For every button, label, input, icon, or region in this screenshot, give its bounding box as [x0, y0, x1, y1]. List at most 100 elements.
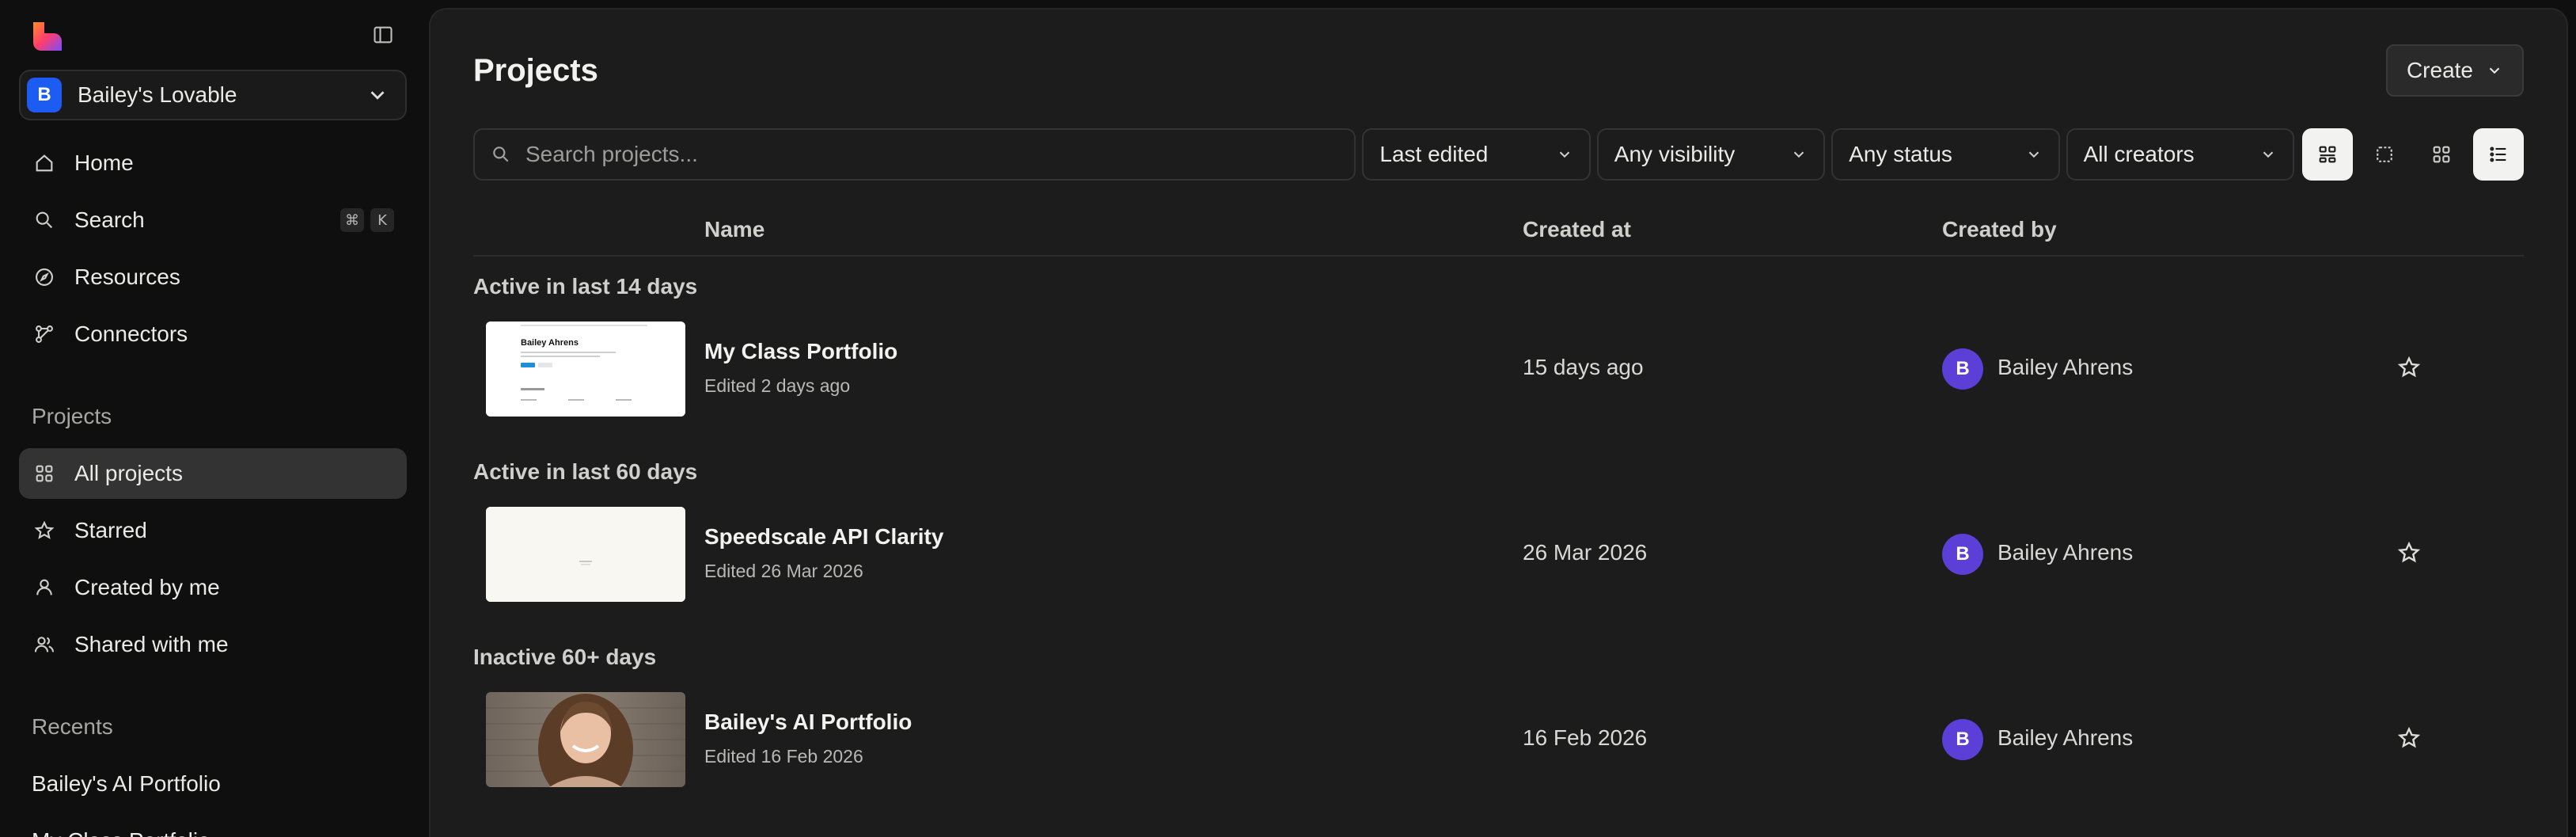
nav-item-shared-with-me[interactable]: Shared with me	[19, 619, 407, 670]
chevron-down-icon	[2028, 151, 2039, 158]
grouped-view-icon	[2319, 146, 2336, 163]
project-thumbnail	[486, 692, 685, 787]
creators-dropdown[interactable]: All creators	[2066, 128, 2295, 181]
workspace-avatar: B	[27, 78, 62, 112]
creator-avatar: B	[1942, 534, 1983, 575]
project-created-at: 26 Mar 2026	[1523, 540, 1648, 565]
nav-item-search[interactable]: Search ⌘ K	[19, 195, 407, 245]
portrait-photo-image	[486, 692, 685, 787]
nav-item-label: Resources	[74, 264, 180, 289]
main-panel: Projects Create Last edited Any visibili…	[429, 8, 2568, 837]
sidebar: B Bailey's Lovable Home Search ⌘ K Resou…	[0, 0, 429, 837]
nav-item-label: Created by me	[74, 575, 220, 599]
sidebar-toggle-icon	[374, 26, 393, 44]
nav-item-starred[interactable]: Starred	[19, 505, 407, 556]
project-created-at: 16 Feb 2026	[1523, 725, 1648, 750]
filter-toolbar: Last edited Any visibility Any status Al…	[473, 128, 2525, 181]
status-dropdown-value: Any status	[1849, 142, 1952, 166]
user-icon	[32, 575, 57, 600]
group-label: Active in last 60 days	[473, 459, 698, 484]
nav-item-label: Home	[74, 150, 134, 175]
nav-item-home[interactable]: Home	[19, 138, 407, 188]
connectors-icon	[32, 321, 57, 347]
column-header-created-by[interactable]: Created by	[1942, 217, 2057, 242]
portfolio-preview-image: Bailey Ahrens	[486, 321, 685, 417]
lovable-logo-icon[interactable]	[28, 17, 63, 52]
sidebar-top	[19, 0, 407, 70]
recent-item[interactable]: My Class Portfolio	[19, 816, 407, 837]
group-label: Active in last 14 days	[473, 274, 698, 299]
grid-icon	[32, 461, 57, 486]
project-row[interactable]: Bailey Ahrens My Class Portfolio Edited …	[473, 321, 2524, 418]
collapse-sidebar-button[interactable]	[367, 19, 399, 51]
list-view-button[interactable]	[2473, 128, 2525, 181]
create-button[interactable]: Create	[2385, 44, 2524, 97]
select-view-button[interactable]	[2359, 128, 2410, 181]
home-icon	[32, 150, 57, 176]
star-icon	[32, 518, 57, 543]
nav-item-label: Search	[74, 207, 145, 232]
nav-item-label: Shared with me	[74, 632, 229, 656]
chevron-down-icon	[1793, 151, 1804, 158]
star-icon[interactable]	[2396, 540, 2422, 565]
app-window: B Bailey's Lovable Home Search ⌘ K Resou…	[0, 0, 2576, 837]
sort-dropdown[interactable]: Last edited	[1362, 128, 1591, 181]
page-title: Projects	[473, 52, 598, 88]
compass-icon	[32, 264, 57, 290]
nav-item-created-by-me[interactable]: Created by me	[19, 562, 407, 613]
search-box[interactable]	[473, 128, 1356, 181]
creator-avatar: B	[1942, 348, 1983, 390]
visibility-dropdown[interactable]: Any visibility	[1596, 128, 1826, 181]
column-header-created-at[interactable]: Created at	[1523, 217, 1631, 242]
chevron-down-icon	[2489, 67, 2500, 74]
create-button-label: Create	[2406, 58, 2473, 82]
creator-name: Bailey Ahrens	[1997, 355, 2134, 379]
nav-item-label: Connectors	[74, 321, 188, 346]
project-thumbnail	[486, 507, 685, 602]
project-title[interactable]: My Class Portfolio	[704, 339, 897, 364]
projects-section-label: Projects	[32, 404, 112, 428]
project-row[interactable]: Bailey's AI Portfolio Edited 16 Feb 2026…	[473, 692, 2524, 789]
star-icon[interactable]	[2396, 725, 2422, 751]
chevron-down-icon	[370, 91, 385, 100]
creator-name: Bailey Ahrens	[1997, 540, 2134, 565]
speedscale-preview-image	[486, 507, 685, 602]
dashed-square-icon	[2377, 146, 2392, 162]
search-icon	[493, 146, 509, 162]
visibility-dropdown-value: Any visibility	[1614, 142, 1736, 166]
project-title[interactable]: Bailey's AI Portfolio	[704, 710, 912, 735]
table-header: Name Created at Created by	[473, 207, 2524, 257]
search-icon	[32, 207, 57, 233]
recents-section-label: Recents	[32, 714, 113, 739]
star-icon[interactable]	[2396, 355, 2422, 380]
creators-dropdown-value: All creators	[2083, 142, 2195, 166]
users-icon	[32, 632, 57, 657]
creator-avatar: B	[1942, 719, 1983, 760]
nav-item-all-projects[interactable]: All projects	[19, 448, 407, 499]
workspace-switcher[interactable]: B Bailey's Lovable	[19, 70, 407, 120]
project-thumbnail: Bailey Ahrens	[486, 321, 685, 417]
column-header-name[interactable]: Name	[704, 217, 764, 242]
grouped-view-button[interactable]	[2302, 128, 2354, 181]
project-title[interactable]: Speedscale API Clarity	[704, 524, 943, 550]
grid-icon	[2433, 146, 2450, 163]
project-edited: Edited 2 days ago	[704, 375, 851, 396]
nav-item-label: Starred	[74, 518, 147, 542]
view-toggle-group	[2302, 128, 2525, 181]
project-edited: Edited 26 Mar 2026	[704, 561, 863, 581]
chevron-down-icon	[1559, 151, 1570, 158]
shortcut-key: K	[370, 208, 394, 232]
search-shortcut: ⌘ K	[340, 208, 394, 232]
nav-item-resources[interactable]: Resources	[19, 252, 407, 302]
shortcut-key: ⌘	[340, 208, 364, 232]
nav-item-connectors[interactable]: Connectors	[19, 309, 407, 360]
workspace-name: Bailey's Lovable	[78, 82, 237, 107]
status-dropdown[interactable]: Any status	[1831, 128, 2060, 181]
chevron-down-icon	[2263, 151, 2274, 158]
creator-name: Bailey Ahrens	[1997, 725, 2134, 750]
project-row[interactable]: Speedscale API Clarity Edited 26 Mar 202…	[473, 507, 2524, 603]
search-input[interactable]	[525, 142, 1339, 167]
grid-view-button[interactable]	[2416, 128, 2467, 181]
recent-item[interactable]: Bailey's AI Portfolio	[19, 759, 407, 809]
list-icon	[2490, 146, 2506, 162]
